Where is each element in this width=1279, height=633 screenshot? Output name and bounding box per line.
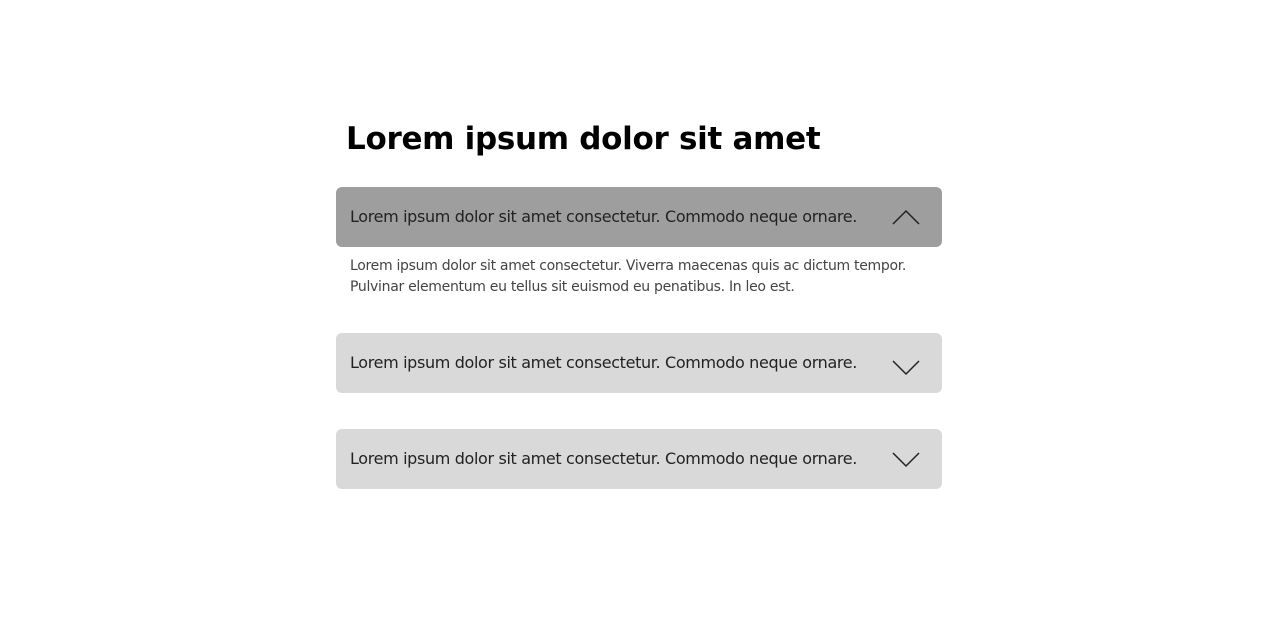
page-title: Lorem ipsum dolor sit amet <box>346 121 821 157</box>
answer-line: Pulvinar elementum eu tellus sit euismod… <box>350 279 795 295</box>
accordion-item-3-question: Lorem ipsum dolor sit amet consectetur. … <box>350 449 858 468</box>
accordion-item-1-header[interactable]: Lorem ipsum dolor sit amet consectetur. … <box>336 187 942 247</box>
accordion-item-1-question: Lorem ipsum dolor sit amet consectetur. … <box>350 207 858 226</box>
chevron-up-icon[interactable] <box>891 208 921 226</box>
chevron-down-icon[interactable] <box>891 450 921 468</box>
accordion-item-2-header[interactable]: Lorem ipsum dolor sit amet consectetur. … <box>336 333 942 393</box>
faq-page: Lorem ipsum dolor sit amet Lorem ipsum d… <box>0 0 1279 633</box>
answer-line: Lorem ipsum dolor sit amet consectetur. … <box>350 258 907 274</box>
chevron-down-icon[interactable] <box>891 358 921 376</box>
accordion-item-2-question: Lorem ipsum dolor sit amet consectetur. … <box>350 353 858 372</box>
accordion-item-3-header[interactable]: Lorem ipsum dolor sit amet consectetur. … <box>336 429 942 489</box>
accordion-item-1-answer: Lorem ipsum dolor sit amet consectetur. … <box>350 256 910 298</box>
